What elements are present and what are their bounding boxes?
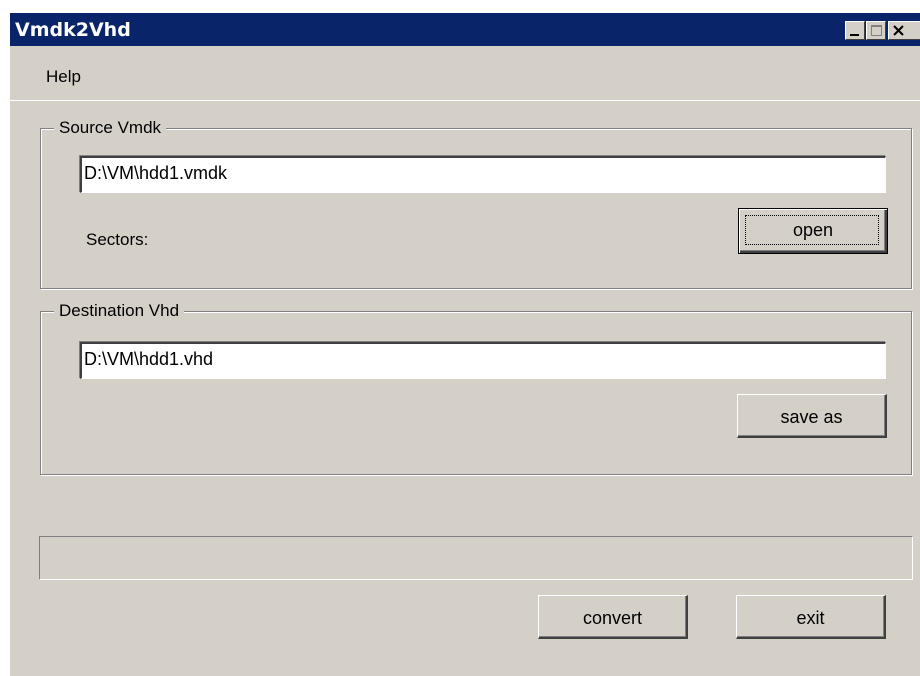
app-window: Vmdk2Vhd Help Source Vmdk D:\VM\hdd1.vmd… (8, 12, 920, 676)
destination-vhd-group: Destination Vhd (40, 301, 912, 475)
convert-button-label: convert (582, 608, 643, 628)
destination-path-input[interactable]: D:\VM\hdd1.vhd (80, 342, 886, 379)
window-title: Vmdk2Vhd (15, 19, 131, 41)
exit-button-label: exit (796, 608, 825, 628)
save-as-button-label: save as (780, 407, 843, 427)
maximize-button[interactable] (866, 21, 886, 40)
source-path-input[interactable]: D:\VM\hdd1.vmdk (80, 156, 886, 193)
menu-divider (10, 100, 920, 101)
maximize-icon (871, 25, 882, 36)
source-group-label: Source Vmdk (54, 118, 167, 138)
exit-button[interactable]: exit (736, 595, 886, 639)
progress-bar (39, 536, 913, 580)
destination-group-label: Destination Vhd (54, 301, 185, 321)
title-bar[interactable]: Vmdk2Vhd (10, 13, 920, 46)
close-button[interactable] (888, 21, 920, 40)
sectors-label: Sectors: (86, 230, 149, 249)
save-as-button[interactable]: save as (737, 394, 887, 438)
minimize-button[interactable] (845, 21, 865, 40)
close-icon (893, 25, 904, 36)
menu-bar: Help (10, 46, 920, 101)
minimize-icon (850, 34, 859, 36)
open-button[interactable]: open (738, 208, 888, 254)
focus-indicator (745, 215, 879, 245)
menu-item-help[interactable]: Help (44, 67, 83, 87)
convert-button[interactable]: convert (538, 595, 688, 639)
